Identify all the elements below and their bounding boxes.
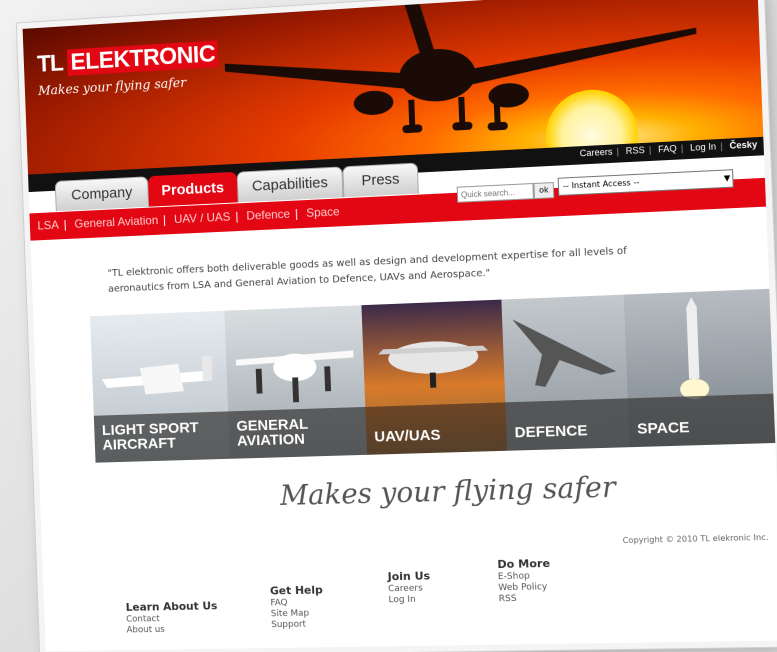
copyright-text: Copyright © 2010 TL elekronic Inc. [622,533,768,545]
logo-tagline: Makes your flying safer [38,76,187,99]
tile-space[interactable]: SPACE [624,289,776,447]
search-ok-button[interactable]: ok [533,182,554,199]
tab-products[interactable]: Products [148,172,238,207]
footer-heading: Do More [497,558,550,570]
tile-label: SPACE [637,420,690,437]
site-footer: Learn About Us Contact About us Get Help… [125,564,748,645]
intro-quote: "TL elektronic offers both deliverable g… [107,242,664,298]
footer-link-rss[interactable]: RSS [499,593,552,605]
tab-company[interactable]: Company [55,176,149,211]
tile-label: LIGHT SPORT AIRCRAFT [102,419,230,452]
footer-link-sitemap[interactable]: Site Map [271,608,324,620]
footer-link-support[interactable]: Support [271,619,324,631]
footer-col-help: Get Help FAQ Site Map Support [270,585,325,632]
footer-link-webpolicy[interactable]: Web Policy [498,582,551,594]
footer-heading: Get Help [270,585,323,597]
footer-link-careers[interactable]: Careers [388,583,431,595]
tile-label: GENERAL AVIATION [236,415,367,449]
tile-label: DEFENCE [514,423,588,440]
footer-link-login[interactable]: Log In [388,594,431,606]
tile-label: UAV/UAS [374,428,441,445]
airliner-silhouette-icon [223,0,701,164]
subnav-space[interactable]: Space [306,204,340,219]
footer-col-join: Join Us Careers Log In [387,570,431,606]
footer-link-about[interactable]: About us [126,624,218,636]
subnav-lsa[interactable]: LSA [37,218,59,233]
website-screenshot-frame: TL ELEKTRONIC Makes your flying safer Ca… [23,0,777,651]
subnav-uav-uas[interactable]: UAV / UAS [174,210,231,226]
product-tiles: LIGHT SPORT AIRCRAFT GENERAL AVIATION UA… [90,289,775,463]
tile-defence[interactable]: DEFENCE [501,295,629,451]
tab-capabilities[interactable]: Capabilities [237,166,344,202]
tile-uav-uas[interactable]: UAV/UAS [361,300,507,455]
footer-heading: Join Us [387,570,430,582]
footer-heading: Learn About Us [126,600,218,612]
company-logo[interactable]: TL ELEKTRONIC [37,40,219,78]
tile-general-aviation[interactable]: GENERAL AVIATION [224,305,367,459]
tab-press[interactable]: Press [342,163,419,198]
quick-search-input[interactable] [457,183,534,203]
slogan-script: Makes your flying safer [279,470,616,512]
tile-light-sport-aircraft[interactable]: LIGHT SPORT AIRCRAFT [90,311,230,463]
logo-tl: TL [37,50,64,78]
subnav-defence[interactable]: Defence [246,207,290,223]
logo-name: ELEKTRONIC [67,40,218,75]
chevron-down-icon: ▼ [724,170,731,187]
subnav-general-aviation[interactable]: General Aviation [74,213,158,231]
footer-col-learn: Learn About Us Contact About us [126,600,219,636]
instant-access-value: -- Instant Access -- [563,178,640,191]
footer-col-more: Do More E-Shop Web Policy RSS [497,558,551,605]
